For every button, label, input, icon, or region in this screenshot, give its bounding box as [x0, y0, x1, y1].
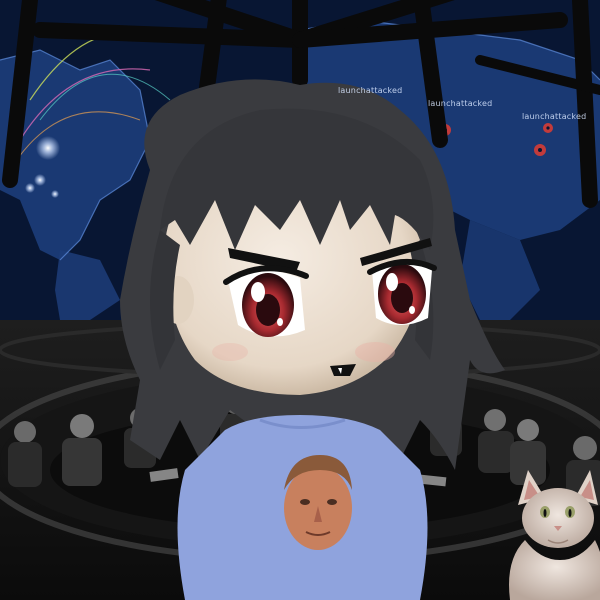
cat-head [522, 488, 594, 548]
map-glow-point [25, 183, 35, 193]
scene-canvas [0, 0, 600, 600]
shirt-print-face [284, 455, 352, 550]
nuclear-hazard-icon [534, 144, 546, 156]
map-glow-point [36, 136, 60, 160]
nuclear-hazard-icon [543, 123, 553, 133]
scene: launchattacked launchattacked launchatta… [0, 0, 600, 600]
map-label: launchattacked [522, 112, 587, 121]
right-eye [367, 258, 437, 325]
map-label: launchattacked [338, 86, 403, 95]
map-label: launchattacked [428, 99, 493, 108]
map-glow-point [51, 190, 59, 198]
map-glow-point [34, 174, 46, 186]
